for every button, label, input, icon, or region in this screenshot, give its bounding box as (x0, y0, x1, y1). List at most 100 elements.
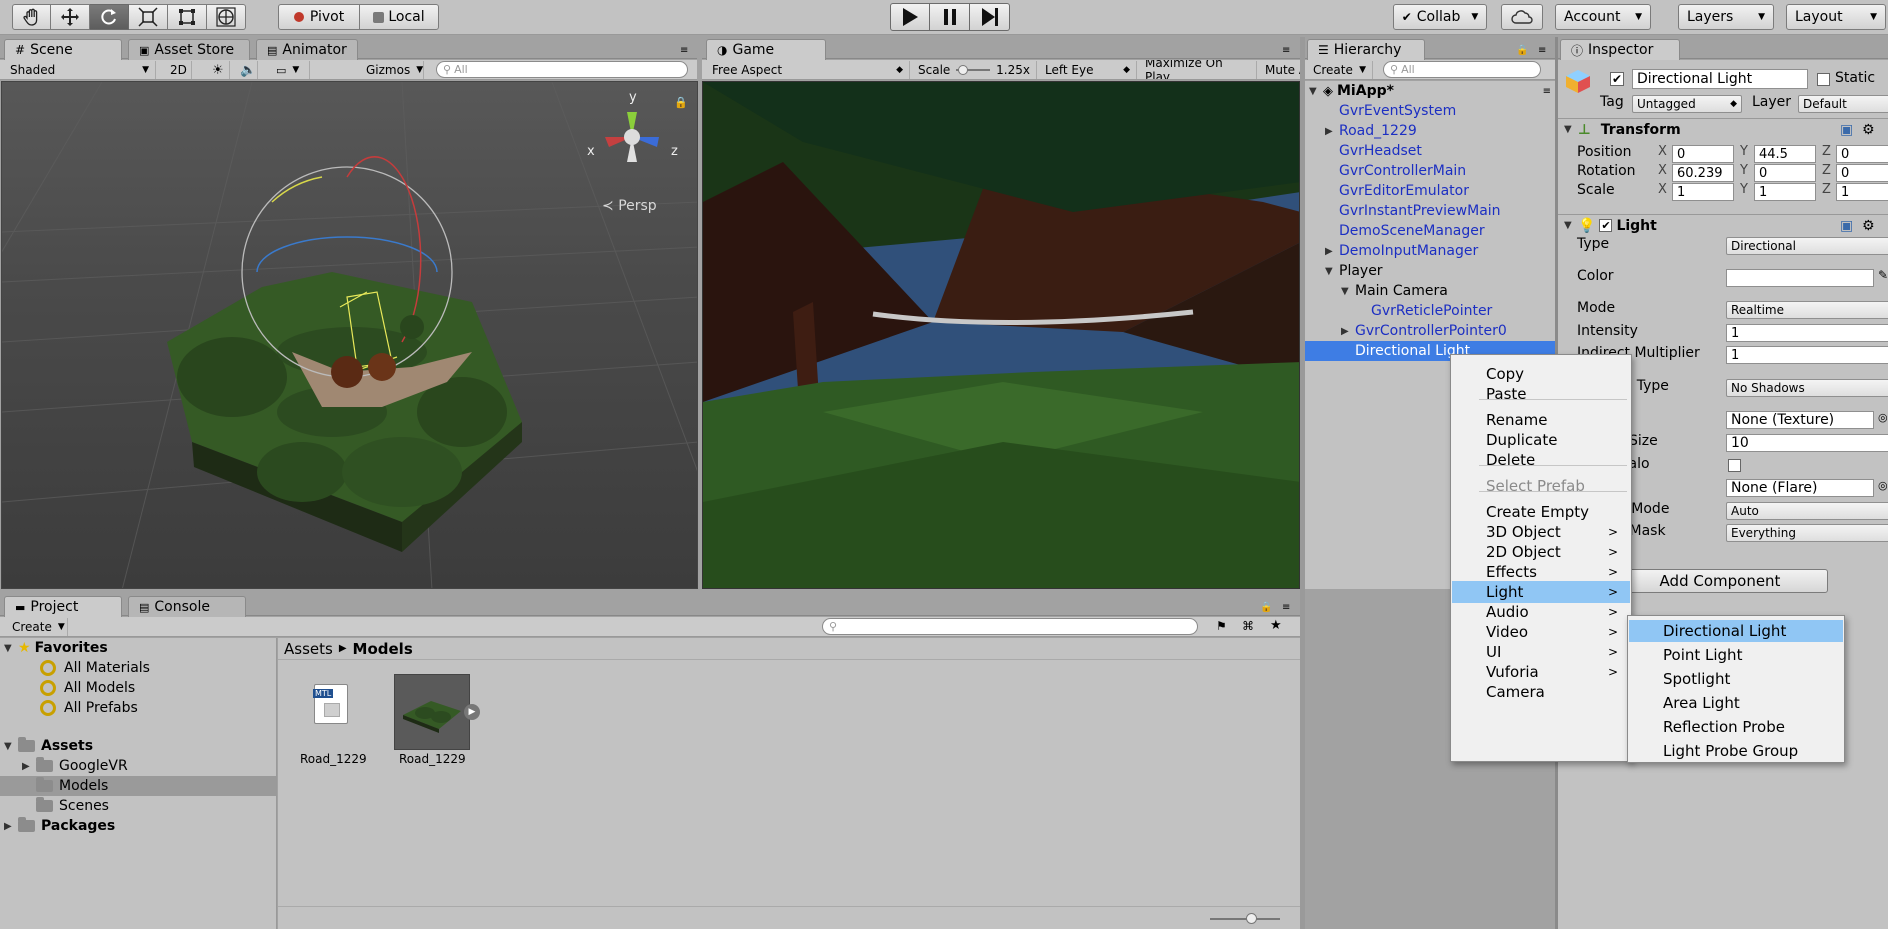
shading-dropdown[interactable]: Shaded ▼ (4, 61, 156, 79)
transform-tool-icon[interactable] (207, 4, 246, 30)
lock-icon[interactable]: 🔒 (1260, 602, 1272, 613)
hierarchy-item[interactable]: GvrHeadset (1305, 141, 1557, 161)
reference-book-icon[interactable]: ▣ (1840, 218, 1853, 234)
hierarchy-item[interactable]: GvrEditorEmulator (1305, 181, 1557, 201)
submenu-item-spotlight[interactable]: Spotlight (1629, 668, 1843, 690)
hierarchy-item[interactable]: ▶ Road_1229 (1305, 121, 1557, 141)
tab-scene[interactable]: # Scene (4, 39, 122, 60)
transform-scale-y-field[interactable]: 1 (1754, 183, 1816, 201)
folder-googlevr[interactable]: ▶ GoogleVR (0, 756, 276, 776)
cookie-field[interactable]: None (Texture) (1726, 411, 1874, 429)
assets-folder[interactable]: ▼ Assets (0, 736, 276, 756)
menu-item-audio[interactable]: Audio > (1452, 601, 1630, 623)
axis-z-label[interactable]: Z (1822, 144, 1831, 159)
layout-dropdown[interactable]: Layout ▼ (1786, 4, 1886, 30)
search-by-type-icon[interactable]: ⚑ (1216, 619, 1227, 633)
panel-menu-icon[interactable]: ≡ (680, 45, 688, 56)
local-button[interactable]: Local (359, 4, 439, 30)
axis-z-label[interactable]: Z (1822, 182, 1831, 197)
collab-button[interactable]: ✔ Collab ▼ (1393, 4, 1487, 30)
account-dropdown[interactable]: Account ▼ (1555, 4, 1651, 30)
transform-rotation-y-field[interactable]: 0 (1754, 164, 1816, 182)
expand-arrow-icon[interactable]: ▶ (464, 704, 480, 720)
pivot-button[interactable]: Pivot (278, 4, 360, 30)
hierarchy-item[interactable]: ▼ Main Camera (1305, 281, 1557, 301)
project-search-input[interactable]: ⚲ (822, 618, 1198, 635)
tag-dropdown[interactable]: Untagged ◆ (1632, 95, 1742, 113)
menu-item-vuforia[interactable]: Vuforia > (1452, 661, 1630, 683)
pause-button[interactable] (930, 3, 970, 31)
submenu-item-light-probe-group[interactable]: Light Probe Group (1629, 740, 1843, 762)
aspect-dropdown[interactable]: Free Aspect ◆ (706, 61, 910, 79)
cookie-size-field[interactable]: 10 (1726, 434, 1888, 452)
step-button[interactable] (970, 3, 1010, 31)
hierarchy-item[interactable]: ▶ DemoInputManager (1305, 241, 1557, 261)
menu-item-paste[interactable]: Paste (1452, 383, 1630, 405)
flare-field[interactable]: None (Flare) (1726, 479, 1874, 497)
hierarchy-item[interactable]: GvrControllerMain (1305, 161, 1557, 181)
static-checkbox[interactable] (1817, 73, 1830, 86)
hierarchy-item[interactable]: GvrInstantPreviewMain (1305, 201, 1557, 221)
folder-scenes[interactable]: Scenes (0, 796, 276, 816)
panel-menu-icon[interactable]: ≡ (1538, 45, 1546, 56)
favorites-folder[interactable]: ▼ ★ Favorites (0, 638, 276, 658)
audio-toggle-icon[interactable]: 🔈 (234, 61, 258, 79)
asset-tile[interactable]: MTL Road_1229 (296, 674, 368, 770)
light-type-dropdown[interactable]: Directional (1726, 237, 1888, 255)
object-picker-icon[interactable]: ◎ (1878, 411, 1888, 424)
tab-game[interactable]: ◑ Game (706, 39, 826, 60)
play-button[interactable] (890, 3, 930, 31)
transform-position-x-field[interactable]: 0 (1672, 145, 1734, 163)
transform-scale-z-field[interactable]: 1 (1836, 183, 1888, 201)
transform-rotation-x-field[interactable]: 60.239 (1672, 164, 1734, 182)
transform-scale-x-field[interactable]: 1 (1672, 183, 1734, 201)
object-name-field[interactable]: Directional Light (1632, 69, 1808, 89)
menu-item-video[interactable]: Video > (1452, 621, 1630, 643)
tab-hierarchy[interactable]: ☰ Hierarchy (1307, 39, 1425, 60)
transform-position-y-field[interactable]: 44.5 (1754, 145, 1816, 163)
scene-menu-icon[interactable]: ≡ (1543, 86, 1551, 97)
tab-asset-store[interactable]: ▣ Asset Store (128, 39, 250, 60)
indirect-multiplier-field[interactable]: 1 (1726, 346, 1888, 364)
move-icon[interactable] (51, 4, 90, 30)
transform-header[interactable]: ▼ ⊥ Transform ▣ ⚙ (1558, 118, 1888, 140)
light-enabled-checkbox[interactable]: ✔ (1599, 219, 1613, 232)
hierarchy-item[interactable]: GvrReticlePointer (1305, 301, 1557, 321)
menu-item-delete[interactable]: Delete (1452, 449, 1630, 471)
rotate-icon[interactable] (90, 4, 129, 30)
game-viewport[interactable] (702, 81, 1300, 589)
axis-x-label[interactable]: X (1658, 163, 1667, 178)
intensity-field[interactable]: 1 (1726, 324, 1888, 342)
scene-root[interactable]: ▼ ◈ MiApp* ≡ (1305, 81, 1557, 101)
breadcrumb-assets[interactable]: Assets (284, 640, 333, 658)
scale-slider[interactable]: Scale 1.25x (912, 61, 1037, 79)
add-component-button[interactable]: Add Component (1612, 569, 1828, 593)
favorite-all-models[interactable]: All Models (0, 678, 276, 698)
eyedropper-icon[interactable]: ✎ (1878, 268, 1888, 282)
submenu-item-area-light[interactable]: Area Light (1629, 692, 1843, 714)
menu-item-3d-object[interactable]: 3D Object > (1452, 521, 1630, 543)
effects-dropdown[interactable]: ▭ ▼ (270, 61, 310, 79)
scale-icon[interactable] (129, 4, 168, 30)
folder-models[interactable]: Models (0, 776, 276, 796)
search-by-label-icon[interactable]: ⌘ (1242, 619, 1254, 633)
foldout-icon[interactable]: ▼ (1325, 266, 1339, 277)
menu-item-light[interactable]: Light > (1452, 581, 1630, 603)
breadcrumb-models[interactable]: Models (353, 640, 413, 658)
tab-inspector[interactable]: ⓘ Inspector (1560, 39, 1680, 60)
mode-2d-button[interactable]: 2D (164, 61, 192, 79)
asset-tile-selected[interactable]: ▶ Road_1229 (394, 674, 480, 770)
favorite-all-prefabs[interactable]: All Prefabs (0, 698, 276, 718)
axis-y-label[interactable]: Y (1740, 144, 1748, 159)
axis-z-label[interactable]: Z (1822, 163, 1831, 178)
culling-mask-dropdown[interactable]: Everything (1726, 524, 1888, 542)
panel-menu-icon[interactable]: ≡ (1282, 602, 1290, 613)
menu-item-duplicate[interactable]: Duplicate (1452, 429, 1630, 451)
gizmos-dropdown[interactable]: Gizmos ▼ (360, 61, 424, 79)
axis-x-label[interactable]: X (1658, 144, 1667, 159)
scene-orientation-gizmo[interactable]: y x z (587, 90, 678, 182)
lock-icon[interactable]: 🔒 (1516, 45, 1528, 56)
favorite-star-icon[interactable]: ★ (1270, 618, 1282, 633)
scene-search-input[interactable]: ⚲ All (436, 61, 688, 78)
reference-book-icon[interactable]: ▣ (1840, 122, 1853, 138)
